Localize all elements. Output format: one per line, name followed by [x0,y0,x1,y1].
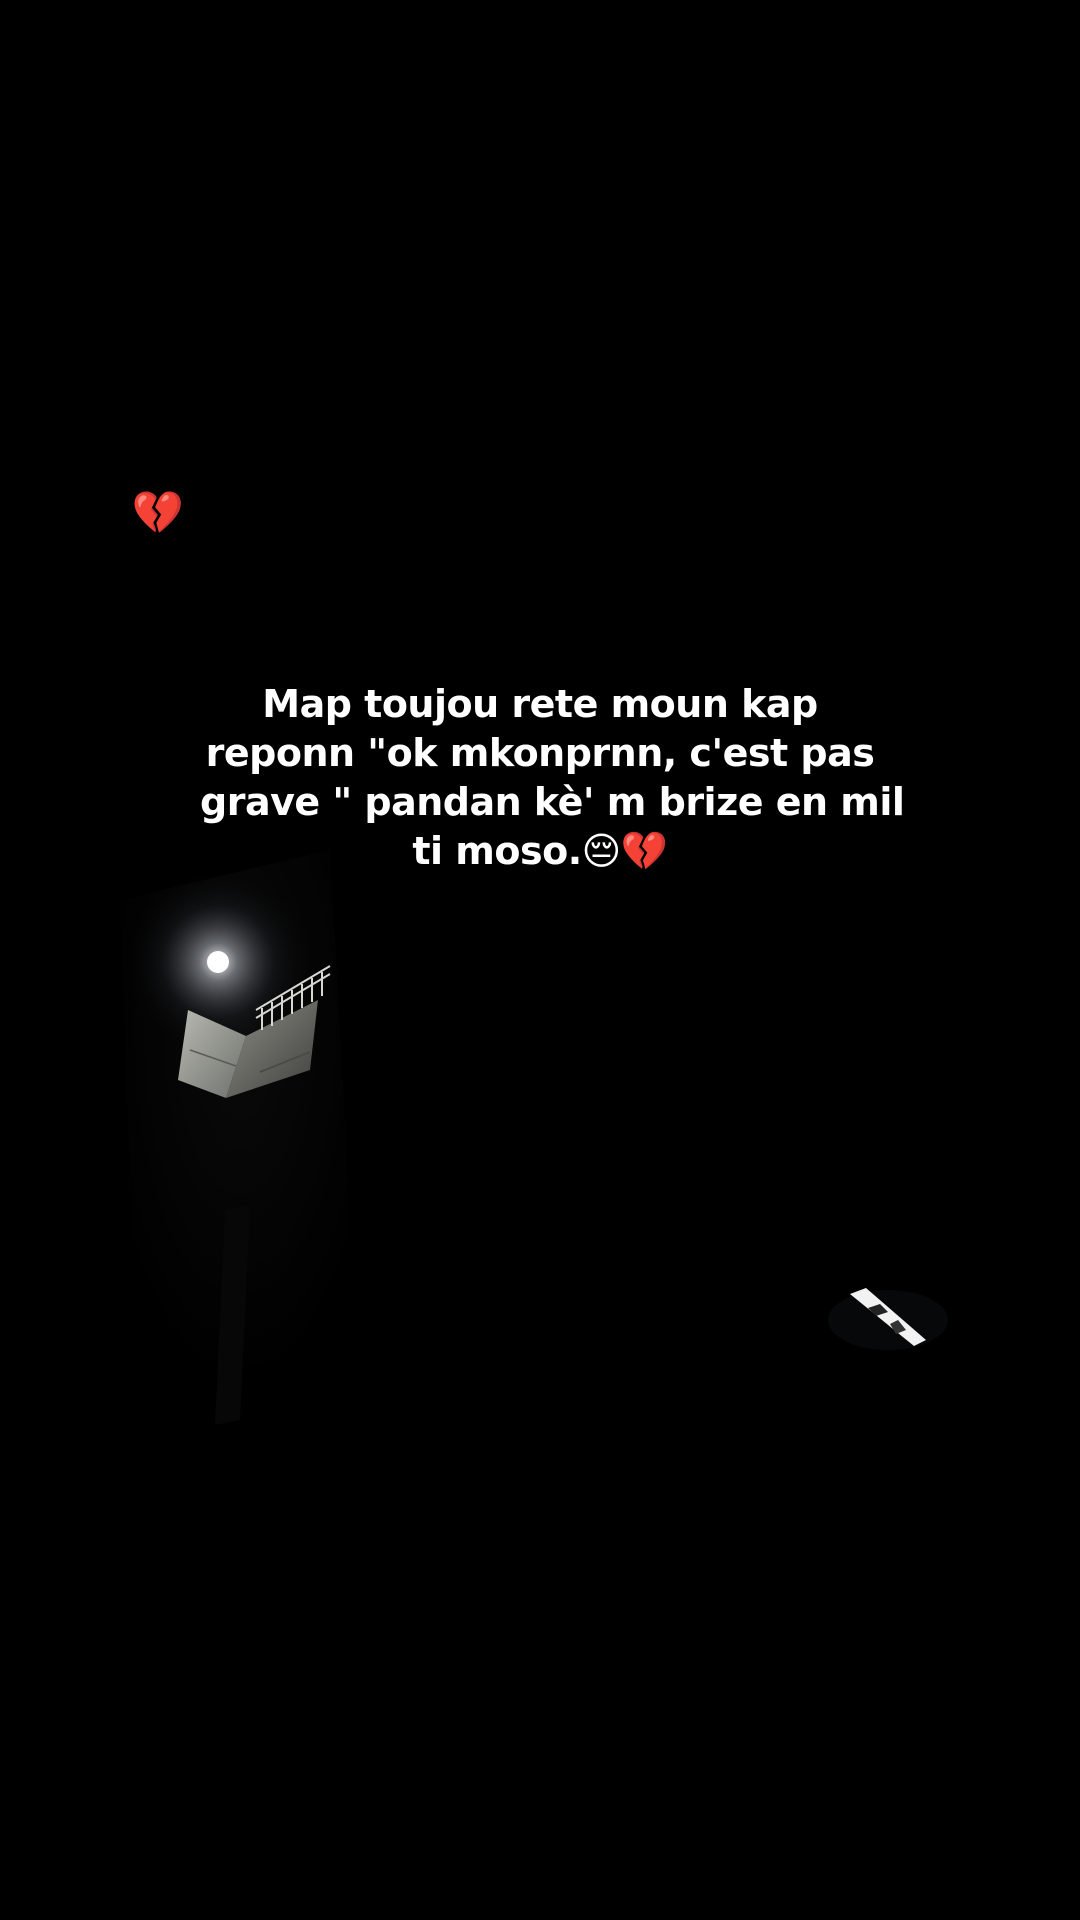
caption-line-4: ti moso.😔💔 [200,827,880,876]
caption-line-4-text: ti moso. [412,829,582,873]
distant-light [828,1288,948,1350]
caption-line-2: reponn "ok mkonprnn, c'est pas [205,731,875,775]
broken-heart-emoji: 💔 [620,829,668,873]
pensive-face-emoji: 😔 [581,829,622,873]
night-scene [120,850,948,1450]
caption-text: Map toujou rete moun kap reponn "ok mkon… [200,680,905,876]
broken-heart-emoji: 💔 [131,488,185,537]
caption-line-3: grave " pandan kè' m brize en mil [200,780,905,824]
top-emoji-group: 😖💔 [86,488,186,538]
street-lamp [207,951,229,973]
caption-line-1: Map toujou rete moun kap [262,682,818,726]
night-photo-background [0,0,1080,1920]
confounded-face-emoji: 😖 [86,488,130,537]
